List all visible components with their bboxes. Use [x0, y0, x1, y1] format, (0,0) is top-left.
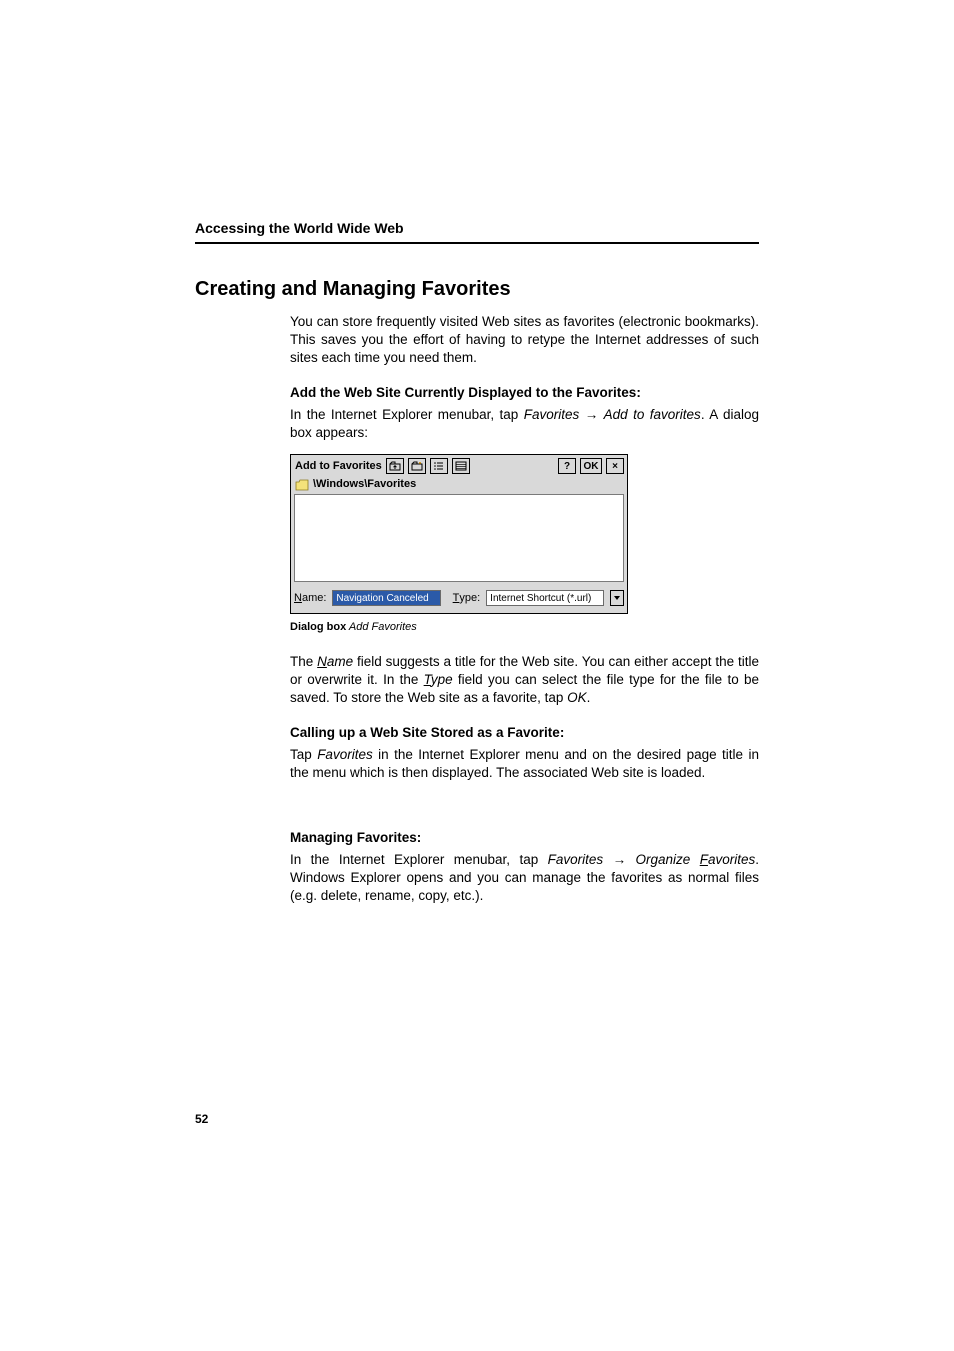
path-text: \Windows\Favorites — [313, 477, 416, 492]
paragraph-name-type-explain: The Name field suggests a title for the … — [290, 653, 759, 708]
underline-letter: T — [453, 591, 460, 606]
type-field[interactable]: Internet Shortcut (*.url) — [486, 590, 604, 606]
underline-letter: F — [700, 852, 708, 867]
help-button[interactable]: ? — [558, 458, 576, 474]
text-fragment: Organize — [636, 852, 700, 867]
chevron-down-icon — [613, 594, 621, 602]
intro-paragraph: You can store frequently visited Web sit… — [290, 313, 759, 368]
paragraph-add-favorite-intro: In the Internet Explorer menubar, tap Fa… — [290, 406, 759, 442]
ok-button[interactable]: OK — [580, 458, 602, 474]
menu-favorites: Favorites — [548, 852, 604, 867]
caption-bold: Dialog box — [290, 621, 346, 633]
underline-letter: N — [317, 654, 327, 669]
label-rest: ype: — [459, 591, 480, 606]
arrow-icon: → — [603, 852, 635, 867]
file-list-area[interactable] — [294, 494, 624, 582]
details-view-icon — [455, 461, 467, 471]
dialog-titlebar: Add to Favorites — [294, 458, 624, 474]
paragraph-calling-up: Tap Favorites in the Internet Explorer m… — [290, 746, 759, 782]
text-fragment: avorites — [708, 852, 755, 867]
menu-organize-favorites: Organize Favorites — [636, 852, 756, 867]
field-name-ref: Name — [317, 654, 353, 669]
label-rest: ame: — [302, 591, 326, 606]
dialog-title: Add to Favorites — [294, 459, 382, 474]
caption-italic: Add Favorites — [346, 621, 417, 633]
add-to-favorites-dialog: Add to Favorites — [290, 454, 628, 614]
subheading-calling-up: Calling up a Web Site Stored as a Favori… — [290, 724, 759, 742]
list-view-icon — [433, 461, 445, 471]
form-row: Name: Navigation Canceled Type: Internet… — [294, 590, 624, 610]
text-fragment: ame — [327, 654, 353, 669]
dialog-illustration: Add to Favorites — [290, 454, 759, 614]
up-folder-icon — [389, 461, 401, 471]
dialog-caption: Dialog box Add Favorites — [290, 620, 759, 635]
new-folder-button[interactable] — [408, 458, 426, 474]
new-folder-icon — [411, 461, 423, 471]
up-folder-button[interactable] — [386, 458, 404, 474]
body-column: You can store frequently visited Web sit… — [290, 313, 759, 905]
document-page: Accessing the World Wide Web Creating an… — [0, 0, 954, 1351]
page-number: 52 — [195, 1112, 208, 1126]
subheading-managing: Managing Favorites: — [290, 829, 759, 847]
text-fragment: In the Internet Explorer menubar, tap — [290, 407, 524, 422]
text-fragment: . — [587, 690, 591, 705]
text-fragment: In the Internet Explorer menubar, tap — [290, 852, 548, 867]
subheading-add-favorite: Add the Web Site Currently Displayed to … — [290, 384, 759, 402]
field-type-ref: Type — [424, 672, 453, 687]
ok-ref: OK — [567, 690, 587, 705]
running-head: Accessing the World Wide Web — [195, 220, 759, 236]
folder-icon — [295, 479, 309, 491]
close-button[interactable]: × — [606, 458, 624, 474]
path-bar: \Windows\Favorites — [294, 477, 624, 494]
arrow-icon: → — [579, 407, 603, 422]
details-view-button[interactable] — [452, 458, 470, 474]
name-label: Name: — [294, 591, 326, 606]
text-fragment: Tap — [290, 747, 317, 762]
menu-add-to-favorites: Add to favorites — [604, 407, 701, 422]
name-field[interactable]: Navigation Canceled — [332, 590, 440, 606]
underline-letter: T — [424, 672, 431, 687]
header-rule — [195, 242, 759, 244]
text-fragment: The — [290, 654, 317, 669]
heading-creating-managing-favorites: Creating and Managing Favorites — [195, 278, 759, 301]
list-view-button[interactable] — [430, 458, 448, 474]
paragraph-managing: In the Internet Explorer menubar, tap Fa… — [290, 851, 759, 906]
menu-favorites: Favorites — [317, 747, 373, 762]
type-label: Type: — [453, 591, 481, 606]
text-fragment: ype — [431, 672, 453, 687]
underline-letter: N — [294, 591, 302, 606]
type-dropdown-button[interactable] — [610, 590, 624, 606]
menu-favorites: Favorites — [524, 407, 580, 422]
